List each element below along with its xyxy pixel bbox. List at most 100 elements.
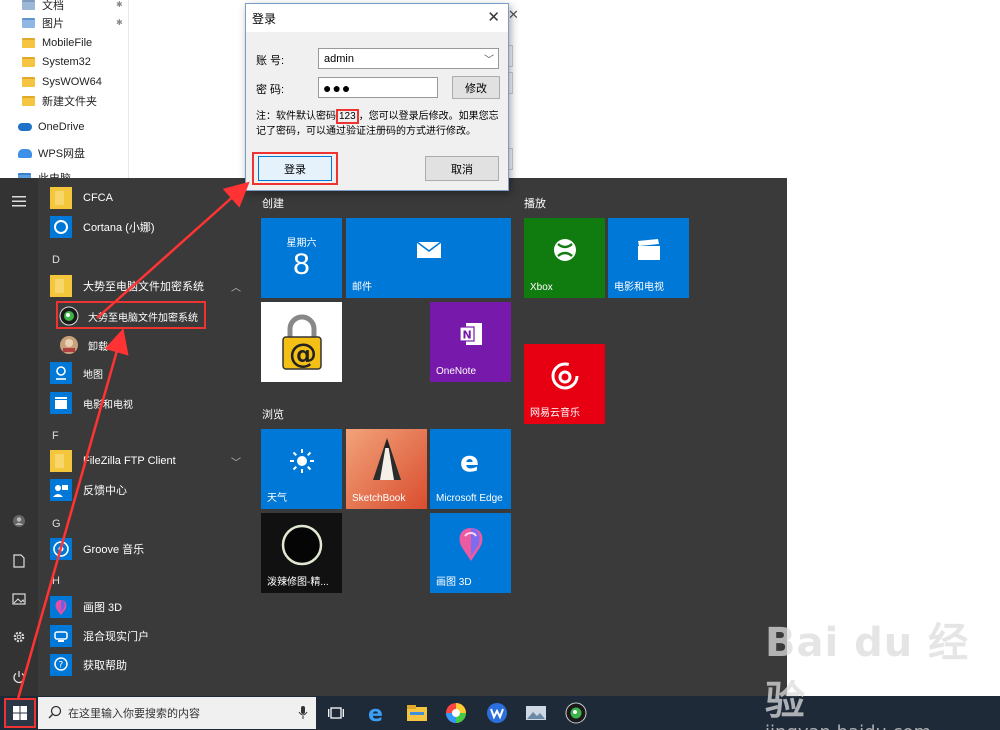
explorer-item-system32[interactable]: System32 (22, 52, 91, 72)
app-item-label: Groove 音乐 (83, 544, 145, 556)
feedback-icon (50, 479, 72, 501)
app-item-mixed-reality[interactable]: 混合现实门户 (50, 622, 245, 650)
app-folder-encrypt[interactable]: 大势至电脑文件加密系统 ︿ (50, 272, 245, 300)
groove-icon (50, 538, 72, 560)
picture-icon (22, 18, 35, 28)
tile-sketchbook[interactable]: SketchBook (346, 429, 427, 509)
section-letter[interactable]: G (52, 518, 61, 530)
calendar-weekday: 星期六 (286, 238, 317, 249)
explorer-item-label: MobileFile (42, 37, 93, 49)
tile-label: Microsoft Edge (436, 493, 503, 504)
section-letter[interactable]: F (52, 430, 59, 442)
microphone-icon[interactable] (298, 706, 308, 723)
explorer-item-syswow64[interactable]: SysWOW64 (22, 72, 102, 92)
calendar-day: 8 (293, 248, 310, 281)
explorer-close-icon[interactable]: ✕ (508, 7, 519, 23)
wps-icon[interactable] (484, 700, 510, 726)
tile-mail[interactable]: 邮件 (346, 218, 511, 298)
group-label-browse: 浏览 (262, 409, 284, 421)
dialog-title: 登录 (252, 11, 277, 26)
svg-text:e: e (368, 702, 383, 724)
tile-email-app[interactable]: @ (261, 302, 342, 382)
chevron-down-icon[interactable]: ﹀ (231, 454, 241, 469)
watermark-url: jingyan.baidu.com (765, 722, 1000, 730)
pin-icon[interactable]: ✱ (116, 0, 123, 9)
close-icon[interactable]: ✕ (487, 8, 500, 26)
sun-icon (261, 429, 342, 493)
tile-netease-music[interactable]: 网易云音乐 (524, 344, 605, 424)
chevron-up-icon[interactable]: ︿ (231, 279, 241, 294)
explorer-item-label: OneDrive (38, 121, 85, 133)
photos-icon[interactable] (523, 700, 549, 726)
tile-label: 画图 3D (436, 577, 472, 588)
app-item-get-help[interactable]: ? 获取帮助 (50, 651, 245, 679)
explorer-item-pictures[interactable]: 图片 (22, 13, 64, 33)
app-folder-filezilla[interactable]: FileZilla FTP Client ﹀ (50, 447, 245, 475)
tile-onenote[interactable]: N OneNote (430, 302, 511, 382)
section-letter[interactable]: D (52, 254, 60, 266)
app-item-feedback[interactable]: 反馈中心 (50, 476, 245, 504)
account-value: admin (324, 52, 354, 65)
power-icon[interactable] (10, 668, 28, 686)
documents-icon[interactable] (10, 552, 28, 570)
movies-icon (608, 218, 689, 282)
tile-label: SketchBook (352, 493, 406, 504)
explorer-item-new-folder[interactable]: 新建文件夹 (22, 91, 97, 111)
lock-icon: @ (261, 302, 342, 382)
app-item-movies[interactable]: 电影和电视 (50, 389, 245, 417)
task-view-icon[interactable] (323, 700, 349, 726)
password-label: 密 码: (256, 84, 285, 96)
hamburger-menu-icon[interactable] (10, 192, 28, 210)
explorer-item-onedrive[interactable]: OneDrive (18, 117, 84, 137)
tile-label: Xbox (530, 282, 553, 293)
tile-photo-editor[interactable]: 泼辣修图-精... (261, 513, 342, 593)
netease-music-icon (524, 344, 605, 408)
section-letter[interactable]: H (52, 575, 60, 587)
login-dialog: 登录 ✕ 账 号: admin ﹀ 密 码: ●●● 修改 注：软件默认密码 12… (245, 3, 509, 191)
cortana-icon (50, 216, 72, 238)
user-account-icon[interactable] (10, 512, 28, 530)
modify-button-label: 修改 (465, 82, 487, 95)
app-item-cortana[interactable]: Cortana (小娜) (50, 213, 245, 241)
movies-icon (50, 392, 72, 414)
app-item-cfca[interactable]: CFCA (50, 184, 245, 212)
app-item-label: 卸载 (88, 341, 108, 353)
color-picker-icon[interactable] (443, 700, 469, 726)
baidu-watermark: Bai du 经验 jingyan.baidu.com (765, 610, 1000, 730)
app-item-label: FileZilla FTP Client (83, 455, 176, 467)
search-icon (48, 705, 62, 722)
account-select[interactable]: admin ﹀ (318, 48, 499, 69)
pictures-icon[interactable] (10, 590, 28, 608)
svg-text:e: e (460, 447, 479, 475)
explorer-item-label: SysWOW64 (42, 76, 102, 88)
login-button-label: 登录 (284, 163, 306, 176)
pin-icon[interactable]: ✱ (116, 18, 123, 27)
cancel-button[interactable]: 取消 (425, 156, 499, 181)
login-button[interactable]: 登录 (258, 156, 332, 181)
folder-icon (50, 450, 72, 472)
tile-edge[interactable]: e Microsoft Edge (430, 429, 511, 509)
modify-button[interactable]: 修改 (452, 76, 500, 99)
encrypt-app-icon[interactable] (563, 700, 589, 726)
password-field[interactable]: ●●● (318, 77, 438, 98)
app-item-maps[interactable]: 地图 (50, 359, 245, 387)
tile-movies[interactable]: 电影和电视 (608, 218, 689, 298)
tile-paint3d[interactable]: 画图 3D (430, 513, 511, 593)
tile-calendar[interactable]: 星期六 8 (261, 218, 342, 298)
start-button[interactable] (4, 698, 36, 728)
folder-icon (22, 57, 35, 67)
app-item-uninstall[interactable]: 卸载 (58, 331, 253, 359)
app-item-label: 获取帮助 (83, 660, 127, 672)
app-item-label: Cortana (小娜) (83, 222, 155, 234)
app-item-paint3d[interactable]: 画图 3D (50, 593, 245, 621)
settings-gear-icon[interactable] (10, 628, 28, 646)
tile-xbox[interactable]: Xbox (524, 218, 605, 298)
explorer-item-wps-cloud[interactable]: WPS网盘 (18, 143, 85, 163)
app-item-groove[interactable]: Groove 音乐 (50, 535, 245, 563)
explorer-item-mobilefile[interactable]: MobileFile (22, 33, 92, 53)
file-explorer-icon[interactable] (404, 700, 430, 726)
explorer-item-label: 图片 (42, 18, 64, 30)
tile-weather[interactable]: 天气 (261, 429, 342, 509)
taskbar-search-box[interactable]: 在这里输入你要搜索的内容 (38, 697, 316, 729)
edge-icon[interactable]: e (365, 700, 391, 726)
